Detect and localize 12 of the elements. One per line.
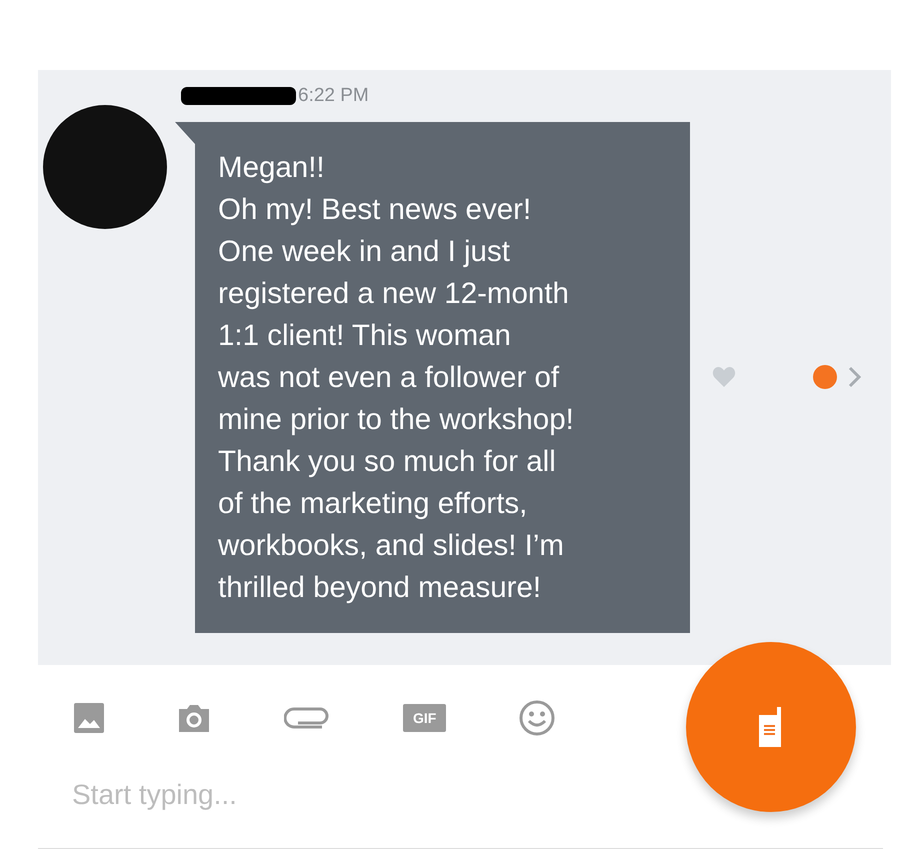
camera-icon[interactable] <box>177 702 211 732</box>
image-icon[interactable] <box>74 702 104 732</box>
walkie-talkie-icon <box>759 707 783 747</box>
chevron-icon[interactable] <box>848 366 862 388</box>
smiley-icon[interactable] <box>519 700 556 736</box>
status-dot-icon <box>812 364 838 390</box>
message-input-field[interactable]: Start typing... <box>72 779 472 811</box>
gif-button[interactable]: GIF <box>403 704 446 732</box>
paperclip-icon[interactable] <box>284 704 330 730</box>
bubble-tail <box>175 122 195 144</box>
timestamp: 6:22 PM <box>298 85 369 107</box>
message-bubble: Megan!! Oh my! Best news ever! One week in and I just registered a new 12-month 1:1 client! This woman was not even a follower of mine prior to the workshop! Thank you so much for all of the marketing efforts, workbooks, and slides! I’m thrilled beyond measure! <box>195 122 690 633</box>
